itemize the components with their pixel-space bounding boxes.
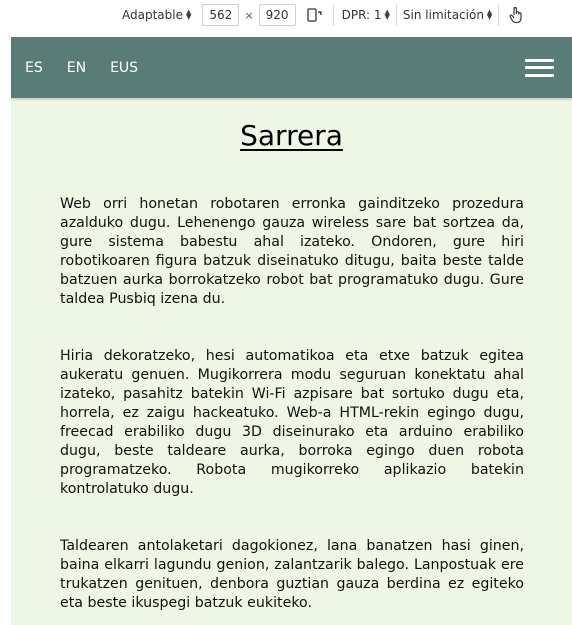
hamburger-menu-icon[interactable]	[525, 58, 554, 77]
lang-link-en[interactable]: EN	[67, 60, 86, 76]
updown-arrows-icon: ▲ ▼	[486, 8, 493, 21]
viewport-width-input[interactable]: 562	[202, 4, 240, 26]
team-paragraph: Taldearen antolaketari dagokionez, lana …	[60, 538, 524, 611]
viewport-edge	[0, 30, 11, 625]
throttling-selector[interactable]: Sin limitación ▲ ▼	[403, 8, 492, 22]
toolbar-divider	[498, 4, 500, 26]
content-body: Web orri honetan robotaren erronka gaind…	[11, 195, 572, 613]
responsive-toolbar: Adaptable ▲ ▼ 562 × 920 DPR: 1 ▲ ▼ Sin lim…	[0, 0, 572, 30]
dimension-separator: ×	[244, 8, 254, 22]
toolbar-divider	[395, 4, 397, 26]
city-paragraph: Hiria dekoratzeko, hesi automatikoa eta …	[60, 348, 524, 497]
toolbar-divider	[332, 4, 334, 26]
page-title: Sarrera	[240, 119, 343, 152]
updown-arrows-icon: ▲ ▼	[384, 8, 390, 21]
lang-link-eus[interactable]: EUS	[110, 60, 138, 76]
lang-link-es[interactable]: ES	[25, 60, 43, 76]
rotate-device-icon[interactable]	[306, 7, 322, 23]
viewport-height-input[interactable]: 920	[258, 4, 296, 26]
page-viewport: ES EN EUS Sarrera Web orri honetan robot…	[11, 37, 572, 625]
device-selector-label: Adaptable	[122, 8, 183, 22]
dpr-selector-label: DPR: 1	[341, 8, 382, 22]
intro-paragraph: Web orri honetan robotaren erronka gaind…	[60, 196, 524, 307]
site-header: ES EN EUS	[11, 37, 572, 98]
throttling-selector-label: Sin limitación	[402, 8, 484, 22]
updown-arrows-icon: ▲ ▼	[185, 8, 192, 21]
dpr-selector[interactable]: DPR: 1 ▲ ▼	[342, 8, 390, 22]
device-selector[interactable]: Adaptable ▲ ▼	[122, 8, 191, 22]
touch-hand-icon[interactable]	[508, 6, 524, 24]
